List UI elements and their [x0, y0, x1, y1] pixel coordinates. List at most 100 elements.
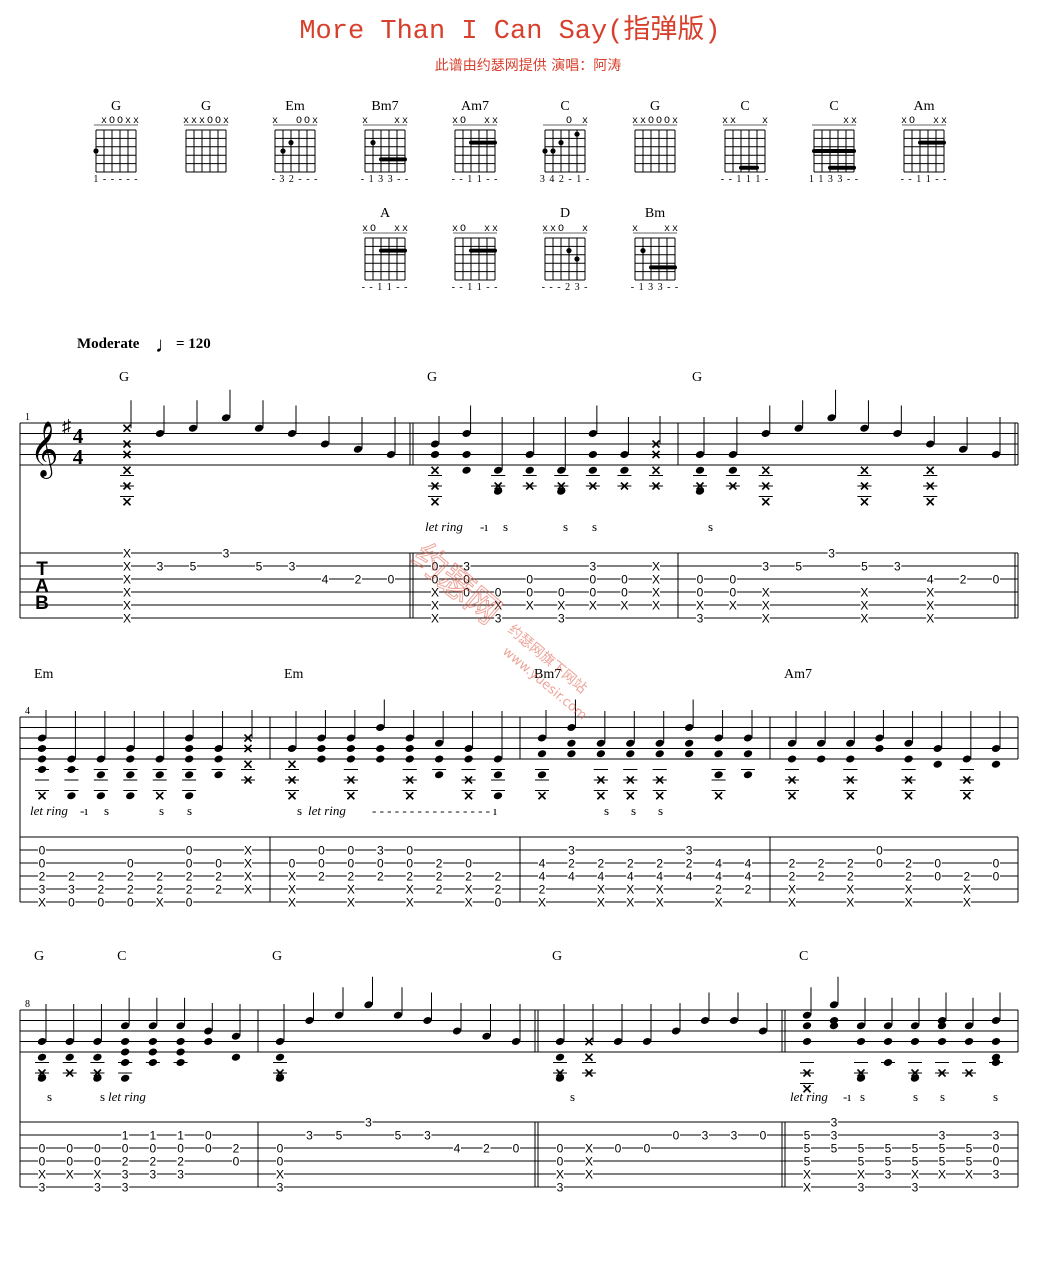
- note-head: [991, 1038, 1001, 1045]
- slap-mark: s: [604, 803, 609, 818]
- tab-note: 0: [94, 1142, 101, 1156]
- note-head: [126, 792, 135, 800]
- tab-note: X: [347, 883, 355, 897]
- note-head: [120, 1038, 130, 1045]
- tab-note: 2: [964, 870, 971, 884]
- tab-note: 0: [526, 586, 533, 600]
- tab-note: X: [538, 896, 546, 910]
- tab-note: 0: [127, 896, 134, 910]
- chord-diagram: DxxO x - - - 2 3 -: [542, 206, 590, 293]
- string-markers: xO xx: [901, 116, 949, 127]
- tab-note: 2: [127, 870, 134, 884]
- slap-mark: s: [159, 803, 164, 818]
- dead-note-head: [37, 791, 47, 800]
- tab-note: 5: [912, 1155, 919, 1169]
- fingering: 3 4 2 - 1 -: [540, 174, 590, 185]
- tempo-value: = 120: [176, 336, 211, 352]
- dead-note-head: [860, 497, 869, 506]
- tab-note: 2: [960, 573, 967, 587]
- note-head: [120, 1048, 130, 1056]
- slap-mark: s: [993, 1089, 998, 1104]
- let-ring-annotation: let ring: [308, 803, 346, 818]
- note-head: [37, 755, 47, 763]
- tab-note: X: [244, 857, 252, 871]
- tab-note: 0: [39, 1142, 46, 1156]
- tab-note: 0: [348, 844, 355, 858]
- tab-note: 3: [223, 547, 230, 561]
- tab-note: X: [288, 870, 296, 884]
- fingering: - - 1 1 1 -: [721, 174, 770, 185]
- tab-note: X: [963, 896, 971, 910]
- note-head: [430, 451, 440, 458]
- tab-note: 0: [697, 586, 704, 600]
- fingering: - - 1 1 - -: [452, 174, 499, 185]
- tab-note: 3: [377, 844, 384, 858]
- note-head: [537, 771, 547, 779]
- tab-note: 2: [568, 857, 575, 871]
- tab-note: 0: [127, 857, 134, 871]
- slap-mark: s: [940, 1089, 945, 1104]
- slap-mark: s: [631, 803, 636, 818]
- tab-note: 2: [905, 857, 912, 871]
- note-head: [275, 1074, 285, 1082]
- tab-note: 0: [760, 1129, 767, 1143]
- tab-note: 2: [465, 870, 472, 884]
- tab-note: X: [557, 599, 565, 613]
- tab-note: X: [626, 883, 634, 897]
- note-head: [937, 1038, 947, 1045]
- slap-mark: s: [297, 803, 302, 818]
- slap-mark: s: [503, 519, 508, 534]
- dead-note-head: [787, 791, 797, 800]
- tab-note: 0: [615, 1142, 622, 1156]
- measure: C555XX335 55X355355X3355X55X3003: [799, 949, 1019, 1195]
- measure-number: 8: [25, 999, 30, 1010]
- tab-note: X: [911, 1168, 919, 1182]
- tab-note: X: [288, 883, 296, 897]
- note-head: [620, 466, 629, 474]
- tab-note: 5: [885, 1155, 892, 1169]
- tab-note: 3: [39, 883, 46, 897]
- string-markers: xxO x: [542, 224, 590, 235]
- slap-mark: s: [592, 519, 597, 534]
- tab-note: X: [626, 896, 634, 910]
- tab-note: 4: [656, 870, 663, 884]
- note-head: [555, 1053, 565, 1061]
- note-head: [655, 750, 664, 758]
- tab-note: 0: [730, 573, 737, 587]
- tab-note: 2: [177, 1155, 184, 1169]
- tab-note: 3: [731, 1129, 738, 1143]
- note-head: [148, 1059, 158, 1066]
- tab-note: X: [431, 599, 439, 613]
- tab-note: X: [860, 586, 868, 600]
- note-head: [148, 1038, 158, 1045]
- fingering: - - 1 1 - -: [452, 282, 499, 293]
- let-ring-annotation: -ı: [843, 1089, 851, 1104]
- tab-note: 0: [215, 857, 222, 871]
- string-markers: xO xx: [452, 224, 500, 235]
- tab-note: 3: [831, 1129, 838, 1143]
- string-markers: xx: [811, 116, 859, 127]
- chord-label: G: [34, 949, 44, 964]
- tab-note: 0: [876, 844, 883, 858]
- tab-note: X: [846, 883, 854, 897]
- note-head: [567, 739, 576, 747]
- chord-label: G: [272, 949, 282, 964]
- note-head: [93, 1074, 102, 1082]
- dead-note-head: [714, 791, 723, 800]
- note-head: [910, 1074, 920, 1082]
- chord-diagram: GxxxOOx: [183, 99, 229, 173]
- let-ring-annotation: let ring: [30, 803, 68, 818]
- note-head: [37, 1074, 47, 1082]
- tab-note: X: [38, 896, 46, 910]
- tab-note: 0: [993, 857, 1000, 871]
- tab-note: X: [406, 883, 414, 897]
- tab-note: X: [589, 599, 597, 613]
- chord-name: C: [740, 99, 749, 114]
- let-ring-annotation: - - - - - - - - - - - - - - - - ı: [372, 803, 497, 818]
- chord-name: C: [560, 99, 569, 114]
- tab-note: X: [288, 896, 296, 910]
- tab-note: 5: [831, 1142, 838, 1156]
- watermark: 约瑟网 约瑟网旗下网站 www.yuesir.com: [404, 536, 590, 724]
- note-head: [275, 1053, 285, 1061]
- slap-mark: s: [708, 519, 713, 534]
